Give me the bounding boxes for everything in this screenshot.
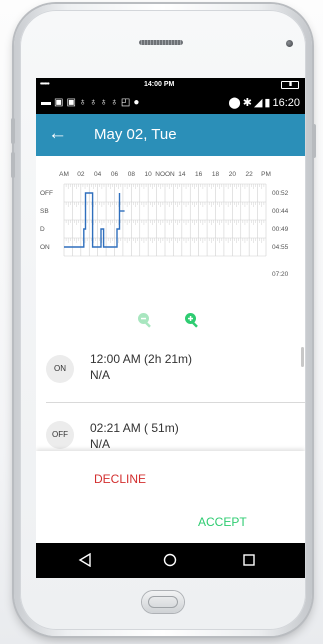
x-tick-label: 14 [178,171,186,178]
circle-icon: ● [133,97,143,108]
accept-button[interactable]: ACCEPT [198,515,247,529]
log-location: N/A [90,368,111,382]
carrier-signal: •••••• [40,81,50,88]
arrow-left-icon[interactable]: ← [48,123,67,145]
x-tick-label: 04 [94,171,102,178]
x-tick-label: 16 [195,171,203,178]
hardware-home-button[interactable] [142,591,184,613]
volume-up-button [11,118,15,144]
row-label: ON [40,244,50,251]
x-tick-label: NOON [155,171,175,178]
message-icon: ▬ [41,97,54,108]
image-icon: ◰ [120,97,134,108]
row-label: SB [40,208,49,215]
zoom-out-icon[interactable] [136,311,154,329]
location-icon: ⬤ [228,97,241,109]
row-label: D [40,226,45,233]
dialog-actions: DECLINE ACCEPT [36,451,305,543]
triangle-back-icon[interactable] [78,553,92,567]
list-item[interactable]: OFF 02:21 AM ( 51m) N/A [36,403,305,451]
earpiece-speaker [139,40,183,45]
android-time: 16:20 [272,97,300,109]
status-badge: ON [46,355,74,383]
location-pin-icon: ♁ [89,97,100,108]
location-pin-icon: ♁ [110,97,121,108]
decline-button[interactable]: DECLINE [94,472,146,486]
x-tick-label: 08 [128,171,136,178]
status-badge: OFF [46,421,74,449]
zoom-in-icon[interactable] [183,311,201,329]
x-tick-label: AM [59,171,69,178]
ios-status-bar: •••••• 14:00 PM IIIII [36,78,305,92]
page-title: May 02, Tue [94,126,177,143]
row-label: OFF [40,190,53,197]
android-status-bar: ▬▣▣♁♁♁♁◰● ⬤ ✱ ◢ ▮ 16:20 [36,92,305,114]
log-time: 02:21 AM ( 51m) [90,421,179,435]
app-bar: ← May 02, Tue [36,114,305,156]
log-list[interactable]: ON 12:00 AM (2h 21m) N/A OFF 02:21 AM ( … [36,341,305,451]
log-time: 12:00 AM (2h 21m) [90,352,193,366]
notification-icons: ▬▣▣♁♁♁♁◰● [41,97,142,108]
system-icons: ⬤ ✱ ◢ ▮ 16:20 [226,96,300,109]
duty-status-chart: AM 02 04 06 08 10 NOON 14 16 18 20 22 PM OFF 00:52 SB 00… [36,156,305,341]
grand-total: 07:20 [272,271,289,278]
battery-icon: IIIII [281,81,299,89]
row-total: 00:49 [272,226,289,233]
chart-svg: AM 02 04 06 08 10 NOON 14 16 18 20 22 PM OFF 00:52 SB 00… [40,171,289,278]
signal-icon: ◢ [253,97,263,109]
phone-screen: •••••• 14:00 PM IIIII ▬▣▣♁♁♁♁◰● ⬤ ✱ ◢ ▮ 16:2… [36,78,305,578]
volume-down-button [11,152,15,178]
square-recents-icon[interactable] [242,553,256,567]
log-location: N/A [90,437,111,451]
x-tick-label: 06 [111,171,119,178]
location-pin-icon: ♁ [78,97,90,108]
x-tick-label: 20 [229,171,237,178]
front-camera [286,40,293,47]
x-tick-label: 22 [246,171,254,178]
battery-icon: ▮ [264,97,271,109]
app-icon: ▣ [66,97,79,108]
status-time: 14:00 PM [144,81,175,88]
x-tick-label: PM [261,171,271,178]
app-icon: ▣ [54,97,67,108]
row-total: 00:44 [272,208,289,215]
x-tick-label: 02 [77,171,85,178]
circle-home-icon[interactable] [163,553,177,567]
location-pin-icon: ♁ [99,97,111,108]
bluetooth-icon: ✱ [242,97,252,109]
list-item[interactable]: ON 12:00 AM (2h 21m) N/A [36,341,305,397]
x-tick-label: 10 [145,171,153,178]
x-tick-label: 18 [212,171,220,178]
android-nav-bar [36,543,305,578]
row-total: 00:52 [272,190,289,197]
power-button [312,124,316,158]
row-total: 04:55 [272,244,289,251]
